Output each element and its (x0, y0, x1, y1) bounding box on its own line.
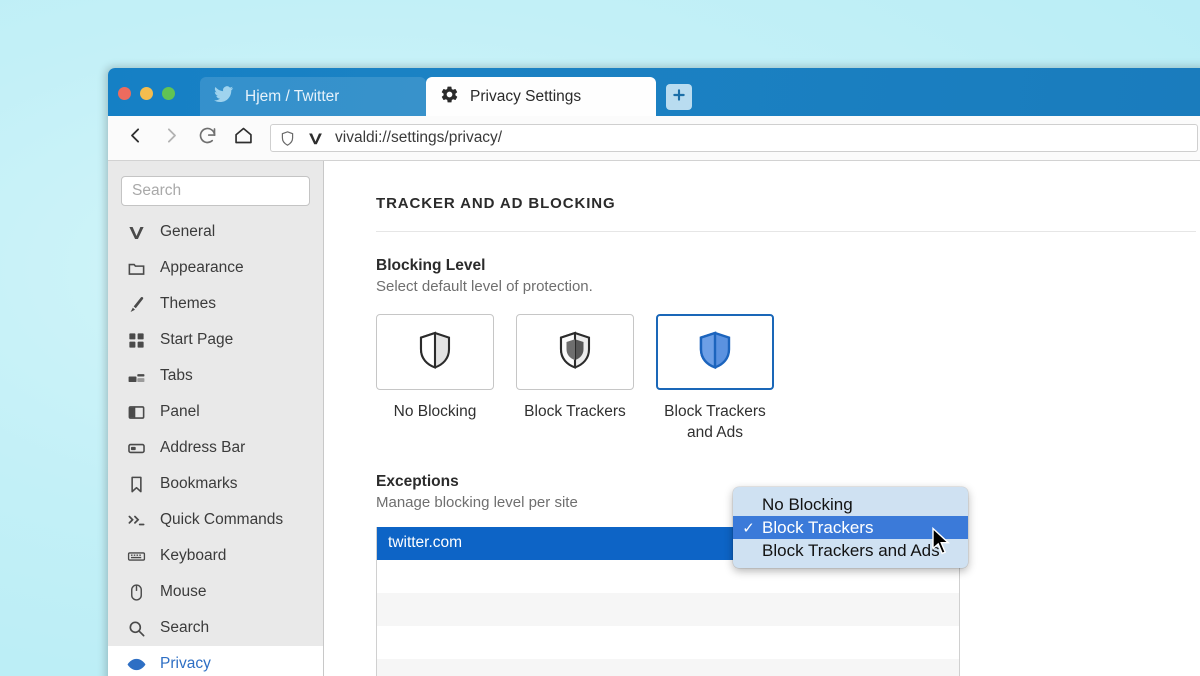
chevron-left-icon (125, 125, 146, 151)
table-row[interactable] (377, 659, 959, 676)
blocking-option-label: No Blocking (376, 401, 494, 422)
sidebar-item-keyboard[interactable]: Keyboard (108, 538, 323, 574)
sidebar-search-wrapper (108, 176, 323, 214)
twitter-bird-icon (214, 84, 234, 109)
forward-button[interactable] (154, 121, 188, 155)
settings-main-panel: TRACKER AND AD BLOCKING Blocking Level S… (324, 161, 1200, 676)
address-bar: vivaldi://settings/privacy/ (108, 116, 1200, 161)
tab-label: Hjem / Twitter (245, 88, 339, 106)
table-row[interactable] (377, 626, 959, 659)
sidebar-item-label: Mouse (160, 583, 207, 601)
blocking-option-card[interactable] (656, 314, 774, 390)
sidebar-item-themes[interactable]: Themes (108, 286, 323, 322)
back-button[interactable] (118, 121, 152, 155)
sidebar-item-tabs[interactable]: Tabs (108, 358, 323, 394)
tabs-icon (126, 366, 146, 386)
sidebar-item-mouse[interactable]: Mouse (108, 574, 323, 610)
sidebar-item-quick-commands[interactable]: Quick Commands (108, 502, 323, 538)
mouse-icon (126, 582, 146, 602)
sidebar-item-label: Keyboard (160, 547, 226, 565)
table-row[interactable] (377, 593, 959, 626)
url-text: vivaldi://settings/privacy/ (335, 129, 502, 147)
sidebar-item-label: Quick Commands (160, 511, 283, 529)
settings-body: General Appearance Themes (108, 161, 1200, 676)
blocking-option-no-blocking[interactable]: No Blocking (376, 314, 494, 444)
sidebar-item-label: Appearance (160, 259, 244, 277)
tab-bar: Hjem / Twitter Privacy Settings (108, 68, 1200, 116)
page-title: TRACKER AND AD BLOCKING (376, 195, 1200, 212)
sidebar-item-label: Tabs (160, 367, 193, 385)
divider (376, 231, 1196, 232)
home-button[interactable] (226, 121, 260, 155)
paintbrush-icon (126, 294, 146, 314)
sidebar-item-label: General (160, 223, 215, 241)
shield-outline-icon (417, 331, 453, 374)
keyboard-icon (126, 546, 146, 566)
sidebar-item-label: Themes (160, 295, 216, 313)
tab-label: Privacy Settings (470, 88, 581, 106)
window-controls (118, 87, 175, 100)
reload-button[interactable] (190, 121, 224, 155)
eye-icon (126, 654, 146, 674)
sidebar-item-privacy[interactable]: Privacy (108, 646, 323, 676)
folder-icon (126, 258, 146, 278)
close-window-button[interactable] (118, 87, 131, 100)
chevrons-right-icon (126, 510, 146, 530)
blocking-option-block-trackers-and-ads[interactable]: Block Trackers and Ads (656, 314, 774, 444)
sidebar-item-address-bar[interactable]: Address Bar (108, 430, 323, 466)
tab-twitter[interactable]: Hjem / Twitter (200, 77, 426, 116)
blocking-option-block-trackers[interactable]: Block Trackers (516, 314, 634, 444)
sidebar-item-label: Start Page (160, 331, 233, 349)
blocking-level-options: No Blocking (376, 314, 1200, 444)
vivaldi-v-icon (307, 130, 324, 147)
plus-icon (671, 87, 687, 108)
shield-dark-icon (557, 331, 593, 374)
vivaldi-v-icon (126, 222, 146, 242)
home-icon (233, 125, 254, 151)
dropdown-item-no-blocking[interactable]: No Blocking (733, 493, 968, 516)
sidebar-item-label: Panel (160, 403, 200, 421)
sidebar-item-label: Address Bar (160, 439, 245, 457)
sidebar-item-search[interactable]: Search (108, 610, 323, 646)
sidebar-item-start-page[interactable]: Start Page (108, 322, 323, 358)
gear-icon (440, 85, 459, 109)
dropdown-item-label: Block Trackers (762, 518, 873, 538)
minimize-window-button[interactable] (140, 87, 153, 100)
blocking-level-heading: Blocking Level (376, 257, 1200, 275)
shield-icon[interactable] (279, 130, 296, 147)
grid-icon (126, 330, 146, 350)
new-tab-button[interactable] (666, 84, 692, 110)
blocking-level-note: Select default level of protection. (376, 278, 1200, 295)
sidebar-item-appearance[interactable]: Appearance (108, 250, 323, 286)
tab-privacy-settings[interactable]: Privacy Settings (426, 77, 656, 116)
browser-window: Hjem / Twitter Privacy Settings (108, 68, 1200, 676)
address-bar-icon (126, 438, 146, 458)
sidebar-item-label: Search (160, 619, 209, 637)
mouse-cursor (931, 527, 952, 560)
check-icon: ✓ (741, 519, 756, 537)
search-input[interactable] (121, 176, 310, 206)
blocking-option-label: Block Trackers (516, 401, 634, 422)
dropdown-item-label: Block Trackers and Ads (762, 541, 940, 561)
desktop-background: Hjem / Twitter Privacy Settings (0, 0, 1200, 676)
sidebar-item-general[interactable]: General (108, 214, 323, 250)
maximize-window-button[interactable] (162, 87, 175, 100)
exception-site: twitter.com (388, 534, 462, 552)
sidebar-item-label: Privacy (160, 655, 211, 673)
chevron-right-icon (161, 125, 182, 151)
panel-icon (126, 402, 146, 422)
dropdown-item-label: No Blocking (762, 495, 853, 515)
bookmark-icon (126, 474, 146, 494)
sidebar-item-bookmarks[interactable]: Bookmarks (108, 466, 323, 502)
sidebar-item-panel[interactable]: Panel (108, 394, 323, 430)
blocking-option-card[interactable] (516, 314, 634, 390)
settings-sidebar: General Appearance Themes (108, 161, 324, 676)
sidebar-item-label: Bookmarks (160, 475, 238, 493)
search-icon (126, 618, 146, 638)
shield-blue-icon (697, 331, 733, 374)
url-field[interactable]: vivaldi://settings/privacy/ (270, 124, 1198, 152)
reload-icon (197, 125, 218, 151)
blocking-option-label: Block Trackers and Ads (656, 401, 774, 444)
blocking-option-card[interactable] (376, 314, 494, 390)
